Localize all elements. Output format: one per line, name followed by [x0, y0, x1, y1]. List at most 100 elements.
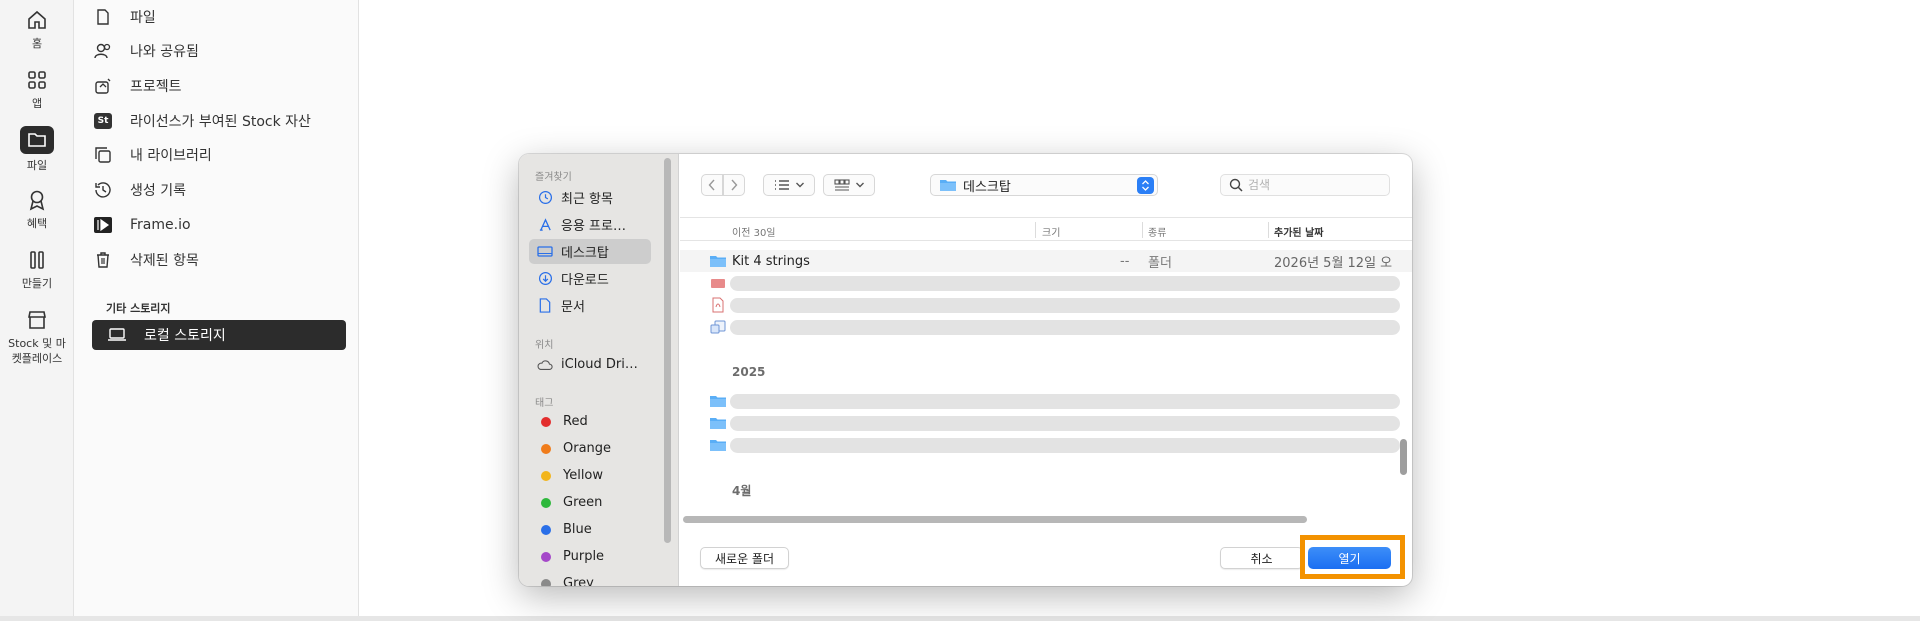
redacted-row-content	[730, 298, 1400, 313]
rail-item-files[interactable]: 파일	[0, 126, 74, 173]
cloud-icon	[537, 359, 553, 370]
search-icon	[1229, 178, 1243, 192]
open-button[interactable]: 열기	[1308, 547, 1391, 569]
stock-icon: St	[94, 113, 112, 129]
table-row[interactable]	[680, 294, 1412, 316]
new-folder-button[interactable]: 새로운 폴더	[700, 547, 789, 569]
app-rail: 홈 앱 파일 혜택 만들기 Stock 및 마 켓플레이스	[0, 0, 74, 621]
dialog-sidebar-item-downloads[interactable]: 다운로드	[529, 266, 651, 291]
column-header-kind[interactable]: 종류	[1148, 224, 1166, 239]
sidebar-item-label: 생성 기록	[130, 183, 186, 199]
location-label: 데스크탑	[963, 179, 1011, 195]
library-icon	[95, 147, 111, 163]
group-label-year: 2025	[732, 365, 766, 379]
frameio-icon	[94, 217, 112, 233]
folder-icon	[710, 440, 726, 451]
column-header-size[interactable]: 크기	[1042, 224, 1060, 239]
view-list-button[interactable]	[763, 174, 815, 196]
sidebar-item-history[interactable]: 생성 기록	[92, 176, 342, 204]
tag-dot-grey	[541, 578, 551, 586]
dialog-tag-label: Red	[563, 414, 588, 429]
dialog-tag-label: Purple	[563, 549, 605, 564]
file-list-vertical-scrollbar[interactable]	[1400, 439, 1407, 475]
dialog-tag-red[interactable]: Red	[529, 409, 651, 434]
sidebar-item-label: 내 라이브러리	[130, 148, 212, 164]
rail-label-files: 파일	[26, 159, 48, 172]
back-button[interactable]	[701, 174, 723, 196]
rail-label-create: 만들기	[21, 277, 53, 290]
dialog-sidebar-item-recents[interactable]: 최근 항목	[529, 185, 651, 210]
people-icon	[94, 43, 111, 59]
table-row[interactable]	[680, 434, 1412, 456]
file-list-horizontal-scrollbar[interactable]	[683, 516, 1307, 523]
rail-active-indicator	[20, 126, 54, 154]
dialog-tag-blue[interactable]: Blue	[529, 517, 651, 542]
view-grid-button[interactable]	[823, 174, 875, 196]
sidebar-item-files[interactable]: 파일	[92, 3, 342, 31]
rail-item-stock[interactable]: Stock 및 마 켓플레이스	[0, 308, 74, 366]
folder-icon	[28, 133, 46, 147]
dialog-sidebar-label: 최근 항목	[561, 192, 613, 207]
table-row[interactable]	[680, 412, 1412, 434]
dialog-tag-green[interactable]: Green	[529, 490, 651, 515]
document-icon	[97, 9, 109, 25]
tag-dot-purple	[541, 551, 551, 562]
sidebar-item-frameio[interactable]: Frame.io	[92, 211, 342, 239]
column-header-name[interactable]: 이전 30일	[732, 224, 776, 239]
rail-item-apps[interactable]: 앱	[0, 68, 74, 111]
table-row[interactable]	[680, 272, 1412, 294]
tag-dot-blue	[541, 524, 551, 535]
table-row[interactable]	[680, 390, 1412, 412]
row-size: --	[1120, 253, 1130, 269]
chevron-right-icon	[731, 179, 738, 191]
sidebar-item-label: Frame.io	[130, 217, 191, 233]
dialog-sidebar-item-icloud[interactable]: iCloud Dri…	[529, 352, 651, 377]
sidebar-item-library[interactable]: 내 라이브러리	[92, 141, 342, 169]
sidebar-item-label: 프로젝트	[130, 79, 182, 95]
folder-icon	[940, 180, 956, 191]
dialog-tag-purple[interactable]: Purple	[529, 544, 651, 569]
dialog-sidebar-label: iCloud Dri…	[561, 357, 638, 372]
sidebar-item-label: 라이선스가 부여된 Stock 자산	[130, 114, 311, 130]
grid-view-icon	[833, 179, 850, 191]
table-row[interactable]	[680, 316, 1412, 338]
sidebar-item-local-storage[interactable]: 로컬 스토리지	[92, 320, 346, 350]
dialog-sidebar-item-desktop[interactable]: 데스크탑	[529, 239, 651, 264]
file-list: Kit 4 strings -- 폴더 2026년 5월 12일 오 2025	[680, 242, 1412, 532]
location-stepper[interactable]	[1137, 177, 1154, 194]
dialog-tag-yellow[interactable]: Yellow	[529, 463, 651, 488]
dialog-tag-orange[interactable]: Orange	[529, 436, 651, 461]
dialog-sidebar-item-documents[interactable]: 문서	[529, 293, 651, 318]
rail-item-benefits[interactable]: 혜택	[0, 188, 74, 231]
rail-item-home[interactable]: 홈	[0, 8, 74, 51]
store-icon	[28, 311, 46, 329]
up-down-chevron-icon	[1142, 180, 1149, 191]
dialog-tag-grey[interactable]: Grey	[529, 571, 651, 586]
sidebar-item-stock[interactable]: St 라이선스가 부여된 Stock 자산	[92, 107, 342, 135]
dialog-sidebar-label: 데스크탑	[561, 246, 609, 261]
dialog-sidebar-item-applications[interactable]: 응용 프로…	[529, 212, 651, 237]
column-header-date-added[interactable]: 추가된 날짜	[1274, 224, 1323, 239]
cancel-button[interactable]: 취소	[1220, 547, 1303, 569]
sidebar-item-label: 나와 공유됨	[130, 44, 199, 60]
sidebar-item-label: 삭제된 항목	[130, 253, 199, 269]
tag-dot-red	[541, 416, 551, 427]
home-icon	[28, 10, 46, 29]
redacted-row-content	[730, 320, 1400, 335]
search-input[interactable]	[1248, 178, 1378, 192]
sidebar-item-trash[interactable]: 삭제된 항목	[92, 246, 342, 274]
rail-label-stock-line2: 켓플레이스	[11, 352, 63, 365]
search-field[interactable]	[1220, 174, 1390, 196]
trash-icon	[97, 252, 109, 268]
sidebar-item-shared[interactable]: 나와 공유됨	[92, 37, 342, 65]
forward-button[interactable]	[723, 174, 745, 196]
table-row[interactable]: Kit 4 strings -- 폴더 2026년 5월 12일 오	[680, 250, 1412, 272]
rail-item-create[interactable]: 만들기	[0, 248, 74, 291]
sidebar-item-projects[interactable]: 프로젝트	[92, 72, 342, 100]
rail-label-benefits: 혜택	[26, 217, 48, 230]
location-popup[interactable]: 데스크탑	[930, 174, 1158, 196]
download-icon	[538, 271, 552, 286]
sidebar-item-label: 파일	[130, 10, 156, 26]
dialog-sidebar-scrollbar[interactable]	[664, 158, 671, 543]
sidebar-section-title: 기타 스토리지	[106, 302, 171, 315]
